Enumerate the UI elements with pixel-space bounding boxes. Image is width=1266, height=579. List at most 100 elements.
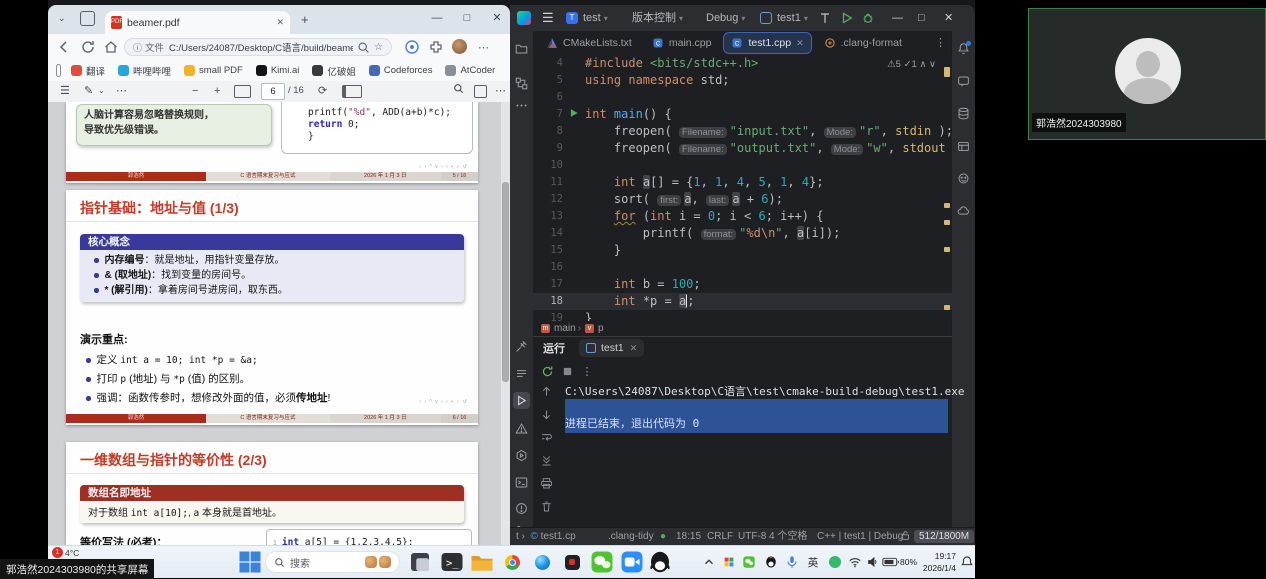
toolbar-more-icon[interactable]: ⋯ <box>116 83 127 99</box>
file-explorer-app[interactable] <box>470 550 494 574</box>
breadcrumb-item[interactable]: main <box>554 323 576 334</box>
tool-stripe-ai-assistant-icon[interactable] <box>955 73 972 90</box>
tab-close-icon[interactable]: ✕ <box>276 17 284 28</box>
chrome-app[interactable] <box>500 550 524 574</box>
workspaces-icon[interactable] <box>80 11 95 26</box>
back-icon[interactable] <box>56 39 72 55</box>
analysis-status-icon[interactable]: ● <box>660 528 666 545</box>
browser-maximize-button[interactable]: □ <box>456 8 478 28</box>
editor-tab--clang-format[interactable]: .clang-format <box>817 33 909 53</box>
run-config-selector[interactable]: test1▾ <box>777 5 808 31</box>
tool-stripe-inspections-icon[interactable] <box>513 500 530 517</box>
run-more-icon[interactable]: ⋮ <box>577 362 597 380</box>
battery-icon[interactable] <box>882 553 900 571</box>
pdf-search-icon[interactable] <box>453 83 464 99</box>
tray-expand-icon[interactable] <box>700 553 718 571</box>
fit-width-icon[interactable] <box>234 85 251 98</box>
device-sync-icon[interactable] <box>56 64 61 77</box>
vcs-widget[interactable]: 版本控制▾ <box>632 5 683 31</box>
reload-icon[interactable] <box>80 39 96 55</box>
profile-avatar[interactable] <box>452 39 467 54</box>
tray-mic-icon[interactable] <box>783 553 801 571</box>
pdf-viewport[interactable]: 人脑计算容易忽略替换规则， 导致优先级错误。 printf("%d", ADD(… <box>48 102 510 545</box>
weather-temp[interactable]: 4°C <box>65 548 79 558</box>
memory-indicator[interactable]: 512/1800M <box>914 530 974 543</box>
zoom-out-icon[interactable]: − <box>192 83 198 99</box>
tool-stripe-dependencies-icon[interactable] <box>955 138 972 155</box>
terminal-app[interactable]: >_ <box>440 550 464 574</box>
volume-icon[interactable] <box>864 553 882 571</box>
favorite-star-icon[interactable]: ☆ <box>374 42 383 53</box>
wifi-icon[interactable] <box>846 553 864 571</box>
bookmark-item[interactable]: small PDF <box>184 65 243 76</box>
status-line-ending[interactable]: CRLF <box>707 528 733 545</box>
pen-chevron-icon[interactable]: ⌄ <box>98 83 105 99</box>
browser-minimize-button[interactable]: — <box>426 8 448 28</box>
console-scroll-down-icon[interactable] <box>540 408 556 424</box>
tool-stripe-terminal-icon[interactable] <box>513 474 530 491</box>
run-console[interactable]: C:\Users\24087\Desktop\C语言\test\cmake-bu… <box>565 383 948 528</box>
copilot-icon[interactable] <box>404 39 420 55</box>
ide-close-button[interactable]: ✕ <box>944 5 953 31</box>
pdf-scrollbar-thumb[interactable] <box>502 182 509 382</box>
tool-stripe-services-icon[interactable] <box>513 447 530 464</box>
tool-stripe-more-tools-icon[interactable] <box>513 97 530 114</box>
tray-color-app-icon[interactable] <box>720 553 738 571</box>
pdf-more-icon[interactable]: ⋯ <box>495 83 506 99</box>
tool-stripe-project-folder-icon[interactable] <box>513 40 530 57</box>
breadcrumb-item[interactable]: p <box>598 323 604 334</box>
tray-wechat-icon[interactable] <box>740 553 758 571</box>
console-soft-wrap-icon[interactable] <box>540 431 556 447</box>
tray-notification-icon[interactable] <box>958 553 976 571</box>
code-editor[interactable]: ⚠5 ✓1 ∧ ∨ 4#include <bits/stdc++.h>5usin… <box>533 55 952 321</box>
project-selector[interactable]: test▾ <box>583 5 608 31</box>
run-line-icon[interactable] <box>569 106 579 123</box>
meeting-app[interactable] <box>620 550 644 574</box>
console-print-icon[interactable] <box>540 477 556 493</box>
tool-stripe-notifications-icon[interactable] <box>955 40 972 57</box>
pdf-scrollbar[interactable] <box>501 102 510 545</box>
tray-qq-icon[interactable] <box>762 553 780 571</box>
task-view-button[interactable] <box>408 550 432 574</box>
tool-stripe-database-icon[interactable] <box>955 105 972 122</box>
page-number-input[interactable] <box>261 83 285 100</box>
bookmark-item[interactable]: 哔哩哔哩 <box>118 64 171 78</box>
zoom-search-icon[interactable] <box>357 41 370 54</box>
tab-options-icon[interactable]: ⋮ <box>935 36 946 49</box>
bookmark-item[interactable]: Kimi.ai <box>256 65 300 76</box>
edge-app[interactable] <box>530 550 554 574</box>
tool-stripe-problems-icon[interactable] <box>513 420 530 437</box>
tab-search-chevron-icon[interactable]: ⌄ <box>58 13 66 24</box>
status-breadcrumb[interactable]: t › © test1.cp <box>516 528 576 545</box>
tool-stripe-structure-icon[interactable] <box>513 75 530 92</box>
stop-icon[interactable] <box>557 362 577 380</box>
thumbnails-icon[interactable]: ☰ <box>60 83 70 99</box>
status-encoding[interactable]: UTF-8 <box>738 528 766 545</box>
tool-stripe-todo-icon[interactable] <box>513 365 530 382</box>
tab-close-icon[interactable]: ✕ <box>796 38 804 49</box>
wechat-app[interactable] <box>590 550 614 574</box>
address-bar[interactable]: ⓘ 文件 C:/Users/24087/Desktop/C语言/build/be… <box>124 38 392 56</box>
bookmark-item[interactable]: Codeforces <box>369 65 433 76</box>
annotate-pen-icon[interactable]: ✎ <box>84 83 93 99</box>
editor-tab-main-cpp[interactable]: Cmain.cpp <box>645 33 719 53</box>
lock-icon[interactable] <box>900 530 912 545</box>
status-indent[interactable]: 4 个空格 <box>769 528 807 545</box>
run-tab[interactable]: test1 ✕ <box>579 339 644 357</box>
editor-tab-cmakelists-txt[interactable]: CMakeLists.txt <box>539 33 639 53</box>
status-clang-tidy[interactable]: .clang-tidy <box>608 528 654 545</box>
tray-green-app-icon[interactable] <box>826 553 844 571</box>
page-info-icon[interactable]: ⓘ <box>133 41 142 54</box>
rotate-icon[interactable]: ⟳ <box>318 83 327 99</box>
browser-tab-active[interactable]: PDF beamer.pdf ✕ <box>105 11 290 34</box>
console-scroll-to-end-icon[interactable] <box>540 454 556 470</box>
extensions-icon[interactable] <box>428 39 444 55</box>
console-scroll-up-icon[interactable] <box>540 385 556 401</box>
editor-tab-test1-cpp[interactable]: Ctest1.cpp✕ <box>724 33 810 53</box>
bookmark-item[interactable]: 翻译 <box>71 64 105 78</box>
ide-minimize-button[interactable]: — <box>892 5 903 31</box>
browser-menu-icon[interactable]: ⋯ <box>478 41 494 57</box>
bookmark-item[interactable]: 亿破姐 <box>312 64 356 78</box>
home-icon[interactable] <box>103 39 119 55</box>
console-clear-all-icon[interactable] <box>540 500 556 516</box>
